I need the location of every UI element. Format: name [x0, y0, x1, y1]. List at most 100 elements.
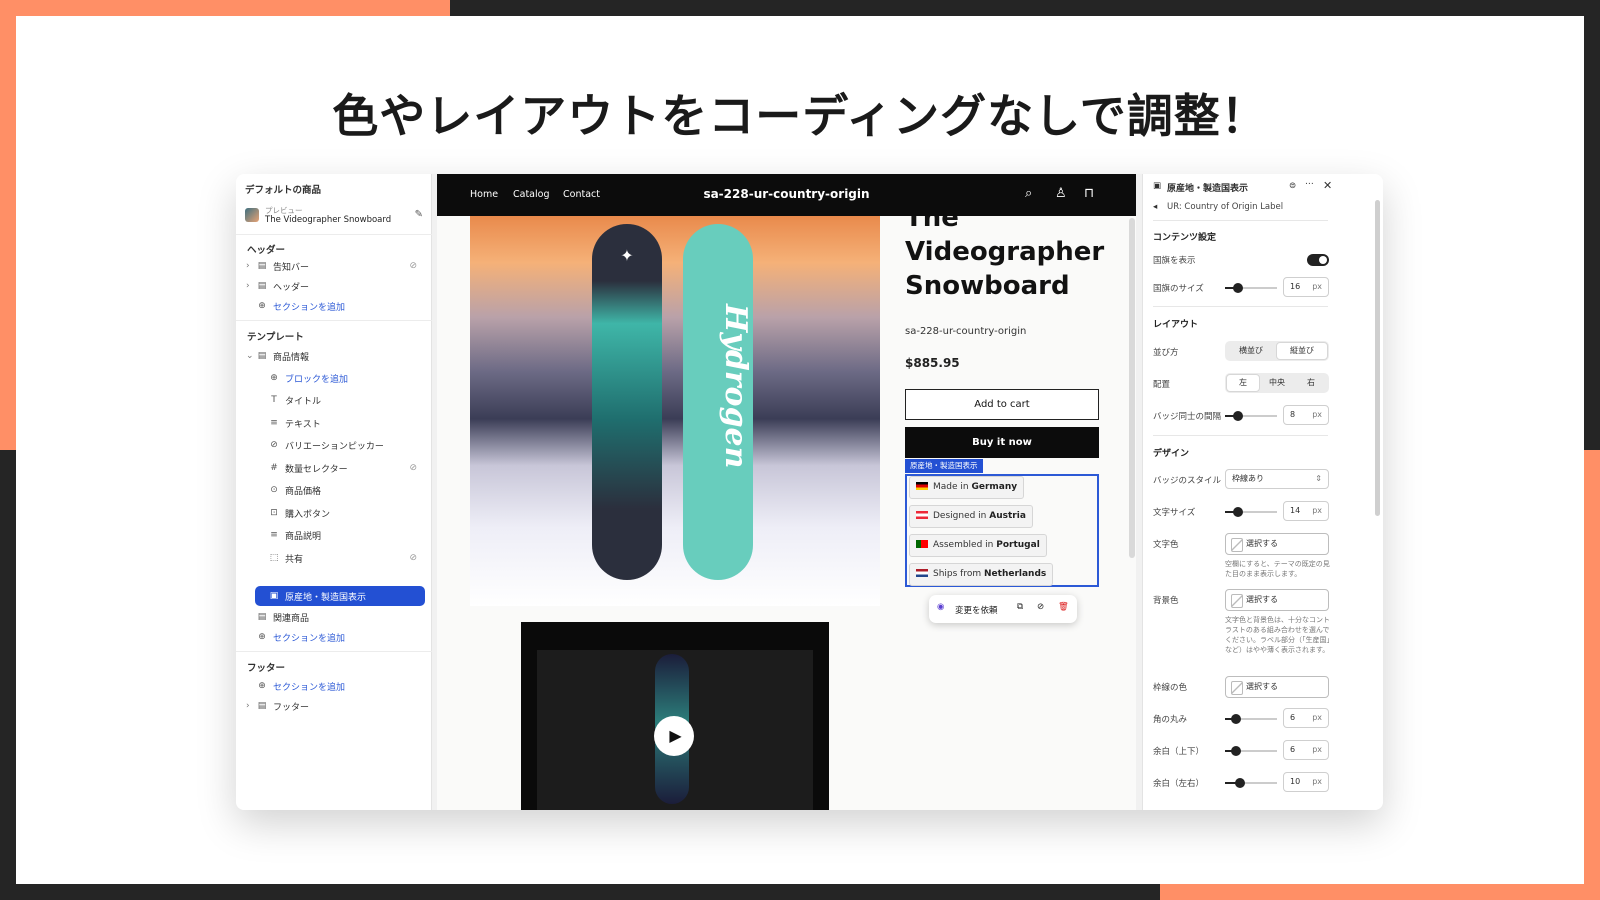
- product-title: The Videographer Snowboard: [905, 216, 1105, 301]
- section-label: 告知バー: [273, 262, 310, 273]
- block-variant-picker[interactable]: ⊘ バリエーションピッカー: [268, 436, 384, 454]
- block-label: バリエーションピッカー: [285, 441, 384, 452]
- preview-scrollbar[interactable]: [1129, 218, 1135, 558]
- flag-portugal-icon: [916, 540, 928, 548]
- badge-gap-input[interactable]: 8 px: [1283, 405, 1329, 425]
- section-product-info[interactable]: ⌄ ▤ 商品情報: [246, 347, 309, 365]
- badge-country: Netherlands: [984, 569, 1047, 579]
- show-flag-toggle[interactable]: [1307, 254, 1329, 266]
- origin-badge: Assembled in Portugal: [909, 534, 1047, 557]
- add-section-footer[interactable]: ⊕ セクションを追加: [256, 677, 345, 695]
- font-size-input[interactable]: 14 px: [1283, 501, 1329, 521]
- badge-gap-slider[interactable]: [1225, 411, 1277, 421]
- settings-title: 原産地・製造国表示: [1167, 184, 1249, 194]
- variant-icon: ⊘: [270, 440, 278, 450]
- section-related-products[interactable]: ▤ 関連商品: [256, 608, 309, 626]
- origin-badge: Designed in Austria: [909, 505, 1033, 528]
- align-right[interactable]: 右: [1294, 373, 1328, 393]
- add-to-cart-button[interactable]: Add to cart: [905, 389, 1099, 420]
- buy-now-button[interactable]: Buy it now: [905, 427, 1099, 458]
- store-header: Home Catalog Contact sa-228-ur-country-o…: [437, 174, 1136, 216]
- block-country-origin-selected[interactable]: ▣ 原産地・製造国表示: [255, 586, 425, 606]
- padding-horizontal-value: 10: [1290, 777, 1301, 786]
- section-footer[interactable]: › ▤ フッター: [246, 697, 309, 715]
- add-section-label: セクションを追加: [273, 682, 346, 693]
- preview-selector[interactable]: プレビュー The Videographer Snowboard ✎: [245, 205, 423, 225]
- arrangement-vertical[interactable]: 縦並び: [1276, 342, 1328, 360]
- badge-prefix: Designed in: [933, 511, 987, 521]
- account-icon[interactable]: ♙: [1055, 186, 1067, 201]
- padding-vertical-label: 余白（上下）: [1153, 747, 1205, 757]
- search-icon[interactable]: ⌕: [1025, 186, 1032, 201]
- flag-netherlands-icon: [916, 569, 928, 577]
- block-quantity-selector[interactable]: # 数量セレクター: [268, 459, 348, 477]
- block-price[interactable]: ⊙ 商品価格: [268, 481, 321, 499]
- text-icon: T: [271, 395, 277, 405]
- block-selection-tag[interactable]: 原産地・製造国表示: [905, 459, 983, 473]
- eye-off-icon[interactable]: ⊘: [1037, 602, 1044, 612]
- product-video[interactable]: ▶: [521, 622, 829, 810]
- settings-scrollbar[interactable]: [1375, 200, 1380, 516]
- chevron-right-icon[interactable]: ›: [246, 701, 256, 711]
- badge-style-select[interactable]: 枠線あり ⇕: [1225, 469, 1329, 489]
- badge-country: Austria: [989, 511, 1026, 521]
- radius-slider[interactable]: [1225, 714, 1277, 724]
- app-name[interactable]: UR: Country of Origin Label: [1167, 202, 1283, 212]
- template-group-title: テンプレート: [247, 332, 304, 343]
- layout-settings-title: レイアウト: [1153, 320, 1199, 330]
- section-announcement-bar[interactable]: › ▤ 告知バー: [246, 257, 309, 275]
- bg-color-picker[interactable]: 選択する: [1225, 589, 1329, 611]
- eye-off-icon[interactable]: ⊘: [409, 463, 417, 473]
- app-block-icon: ▣: [269, 591, 279, 601]
- chevron-down-icon[interactable]: ⌄: [246, 351, 256, 361]
- add-section-template[interactable]: ⊕ セクションを追加: [256, 628, 345, 646]
- section-label: フッター: [273, 702, 310, 713]
- country-origin-block[interactable]: Made in Germany Designed in Austria Asse…: [905, 474, 1099, 587]
- padding-vertical-slider[interactable]: [1225, 746, 1277, 756]
- database-icon[interactable]: ⊜: [1289, 181, 1296, 191]
- close-icon[interactable]: ✕: [1323, 179, 1332, 192]
- section-header[interactable]: › ▤ ヘッダー: [246, 277, 309, 295]
- eye-off-icon[interactable]: ⊘: [409, 553, 417, 563]
- duplicate-icon[interactable]: ⧉: [1017, 602, 1023, 612]
- align-left[interactable]: 左: [1226, 374, 1260, 392]
- app-block-icon: ▣: [1153, 181, 1162, 191]
- block-description[interactable]: ≡ 商品説明: [268, 526, 321, 544]
- flag-size-slider[interactable]: [1225, 283, 1277, 293]
- padding-horizontal-slider[interactable]: [1225, 778, 1277, 788]
- flag-germany-icon: [916, 482, 928, 490]
- border-color-label: 枠線の色: [1153, 683, 1188, 693]
- text-color-picker[interactable]: 選択する: [1225, 533, 1329, 555]
- block-title[interactable]: T タイトル: [268, 391, 321, 409]
- trash-icon[interactable]: 🗑: [1058, 602, 1069, 612]
- align-center[interactable]: 中央: [1260, 373, 1294, 393]
- border-color-picker[interactable]: 選択する: [1225, 676, 1329, 698]
- more-icon[interactable]: ⋯: [1305, 179, 1314, 189]
- block-share[interactable]: ⬚ 共有: [268, 549, 303, 567]
- flag-austria-icon: [916, 511, 928, 519]
- font-size-slider[interactable]: [1225, 507, 1277, 517]
- badge-style-value: 枠線あり: [1232, 474, 1264, 483]
- block-text[interactable]: ≡ テキスト: [268, 414, 321, 432]
- radius-input[interactable]: 6 px: [1283, 708, 1329, 728]
- sidekick-icon[interactable]: ◉: [937, 602, 944, 612]
- board-logo-text: Hydrogen: [718, 304, 753, 469]
- play-icon[interactable]: ▶: [654, 716, 694, 756]
- product-main-image[interactable]: ✦ Hydrogen: [470, 216, 880, 606]
- cart-icon[interactable]: ⊓: [1084, 186, 1094, 201]
- snowboard-mint: Hydrogen: [683, 224, 753, 580]
- flag-size-input[interactable]: 16 px: [1283, 277, 1329, 297]
- eye-off-icon[interactable]: ⊘: [409, 261, 417, 271]
- padding-vertical-input[interactable]: 6 px: [1283, 740, 1329, 760]
- product-vendor: sa-228-ur-country-origin: [905, 326, 1027, 337]
- arrangement-horizontal[interactable]: 横並び: [1225, 341, 1277, 361]
- padding-horizontal-input[interactable]: 10 px: [1283, 772, 1329, 792]
- request-change-button[interactable]: 変更を依頼: [955, 604, 998, 616]
- block-buy-buttons[interactable]: ⊡ 購入ボタン: [268, 504, 330, 522]
- add-section-header[interactable]: ⊕ セクションを追加: [256, 297, 345, 315]
- pencil-icon[interactable]: ✎: [415, 209, 423, 220]
- chevron-right-icon[interactable]: ›: [246, 261, 256, 271]
- block-label: 数量セレクター: [285, 464, 348, 475]
- add-block-button[interactable]: ⊕ ブロックを追加: [268, 369, 348, 387]
- chevron-right-icon[interactable]: ›: [246, 281, 256, 291]
